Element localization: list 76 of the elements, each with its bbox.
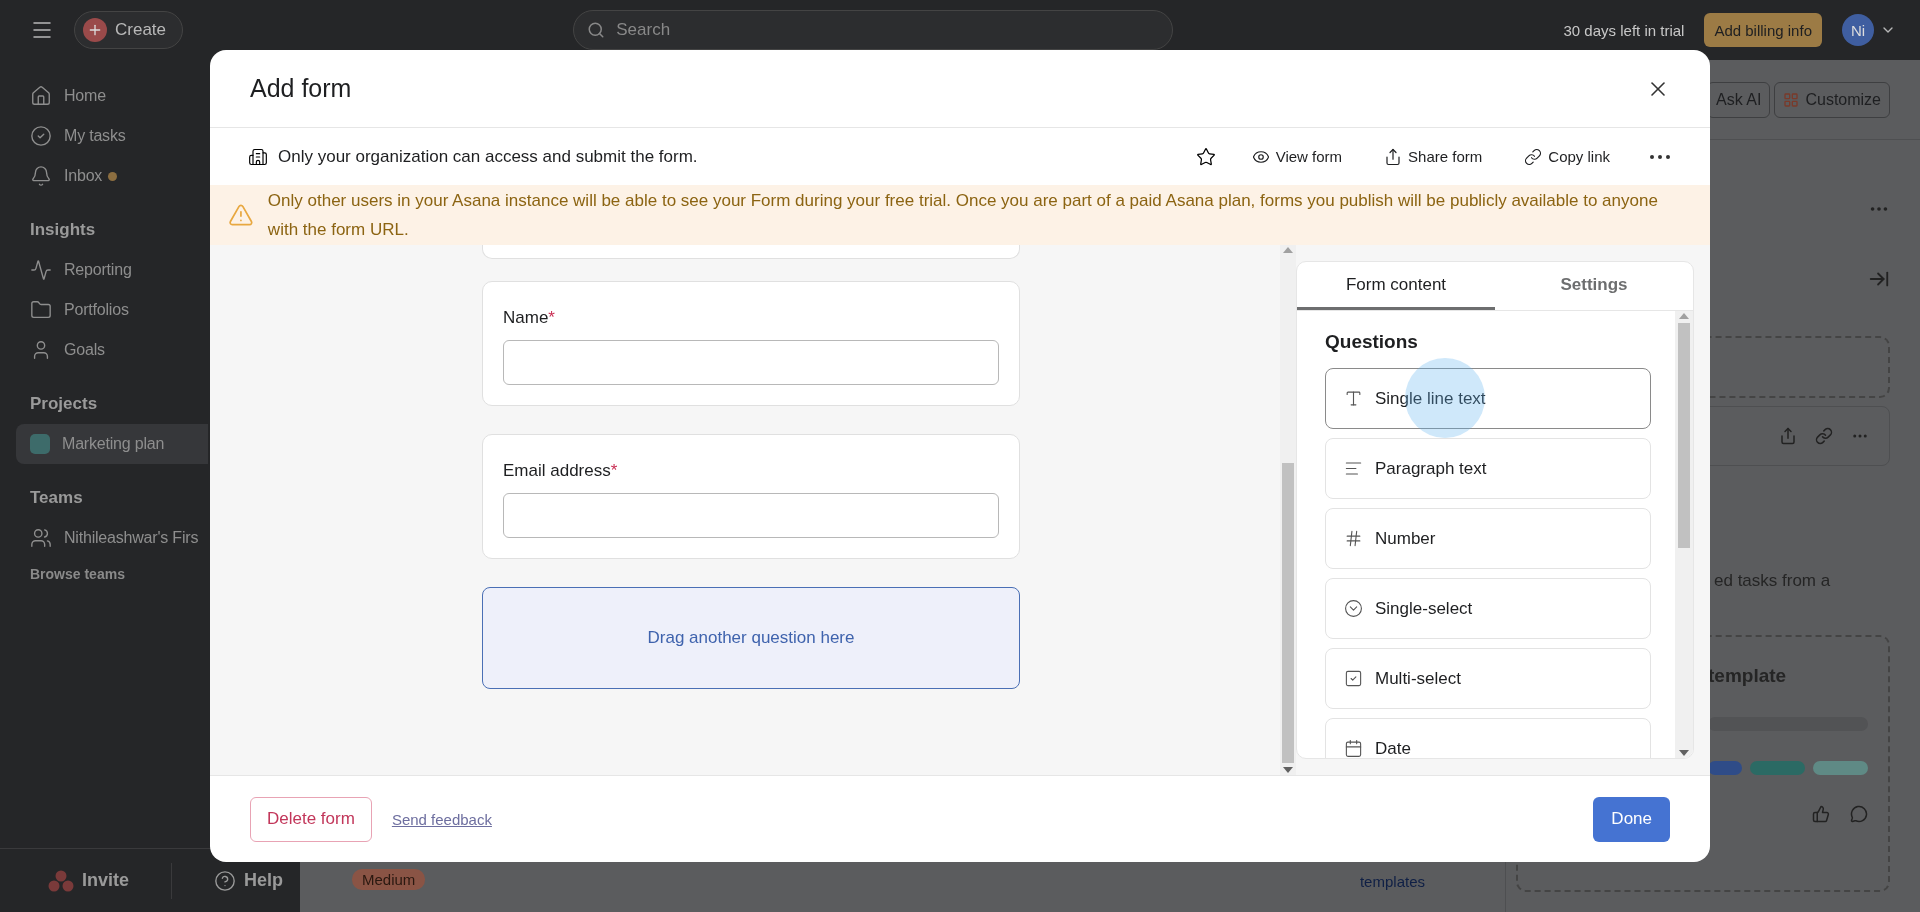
trial-notice: 30 days left in trial (1563, 21, 1685, 39)
calendar-icon (1344, 739, 1363, 758)
circle-chevron-icon (1344, 599, 1363, 618)
placeholder-bar (1750, 761, 1806, 775)
sidebar-item[interactable]: Home (16, 76, 208, 116)
sidebar-item[interactable]: Inbox (16, 156, 208, 196)
panel-tab[interactable]: Form content (1297, 262, 1495, 310)
question-type-button[interactable]: Single line text (1325, 368, 1651, 429)
template-heading: template (1708, 665, 1788, 687)
placeholder-bar (1813, 761, 1868, 775)
answer-field[interactable] (503, 493, 999, 538)
letter-icon (1344, 389, 1363, 408)
question-type-button[interactable]: Single-select (1325, 578, 1651, 639)
sidebar-item[interactable]: Portfolios (16, 290, 208, 330)
billing-button[interactable]: Add billing info (1704, 13, 1822, 47)
delete-form-button[interactable]: Delete form (250, 796, 372, 842)
section-title: Insights (30, 220, 96, 240)
question-label: Email address* (503, 461, 619, 481)
dialog-title: Add form (250, 74, 352, 103)
priority-tag: Medium (352, 869, 426, 890)
description-text: ed tasks from a (1714, 571, 1832, 591)
people-icon (30, 527, 52, 549)
section-title: Projects (30, 394, 98, 414)
building-icon (248, 146, 268, 167)
sidebar-item[interactable]: My tasks (16, 116, 208, 156)
access-notice: Only your organization can access and submit the form. (278, 146, 699, 167)
sidebar-item[interactable]: Reporting (16, 250, 208, 290)
sidebar-item[interactable]: Marketing plan (16, 424, 208, 464)
line-chart-icon (30, 259, 52, 281)
form-action-button[interactable]: Share form (1378, 146, 1489, 167)
star-icon[interactable] (1195, 146, 1216, 167)
comment-icon[interactable] (1850, 805, 1868, 823)
section-title: Teams (30, 488, 83, 508)
browse-teams-link[interactable]: Browse teams (30, 566, 125, 582)
form-action-button[interactable]: Copy link (1518, 146, 1616, 167)
more-button[interactable] (1650, 154, 1670, 159)
question-type-button[interactable]: Multi-select (1325, 648, 1651, 709)
done-button[interactable]: Done (1593, 796, 1670, 842)
grid-icon (1783, 91, 1800, 108)
share-icon[interactable] (1779, 427, 1797, 445)
panel-heading: Questions (1325, 331, 1418, 353)
plus-icon (83, 18, 107, 42)
dots-logo-icon (48, 869, 74, 892)
search-icon (587, 21, 606, 39)
help-button[interactable]: Help (208, 868, 290, 893)
share-icon (1384, 147, 1403, 166)
scrollbar[interactable] (1675, 311, 1693, 758)
sidebar-item[interactable]: Goals (16, 330, 208, 370)
help-icon (214, 869, 236, 892)
send-feedback-link[interactable]: Send feedback (391, 810, 492, 828)
placeholder-bar (1708, 761, 1743, 775)
checkbox-icon (1344, 669, 1363, 688)
question-label: Name* (503, 308, 556, 328)
link-icon (1524, 147, 1543, 166)
paragraph-icon (1344, 459, 1363, 478)
folder-icon (30, 299, 52, 321)
question-type-button[interactable]: Number (1325, 508, 1651, 569)
question-type-button[interactable]: Paragraph text (1325, 438, 1651, 499)
check-circle-icon (30, 125, 52, 147)
bell-icon (30, 165, 52, 187)
home-icon (30, 85, 52, 107)
scrollbar[interactable] (1280, 245, 1296, 775)
question-type-button[interactable]: Date (1325, 718, 1651, 758)
thumbs-up-icon[interactable] (1812, 805, 1830, 823)
user-avatar[interactable]: Ni (1842, 14, 1874, 46)
panel-tab[interactable]: Settings (1495, 262, 1693, 310)
search-field[interactable]: Search (573, 10, 1174, 50)
hash-icon (1344, 529, 1363, 548)
link-icon[interactable] (1815, 427, 1833, 445)
create-button[interactable]: Create (74, 11, 184, 49)
form-action-button[interactable]: View form (1245, 146, 1349, 167)
invite-button[interactable]: Invite (42, 868, 135, 893)
trial-warning: Only other users in your Asana instance will be able to see your Form during your free trial. Once you are part of a paid Asana plan, forms you publish will be publicly available to anyone with the form URL. (267, 190, 1659, 241)
sidebar-item[interactable]: Nithileashwar's Firs (16, 518, 208, 558)
drop-zone: Drag another question here (482, 587, 1020, 689)
answer-field[interactable] (503, 340, 999, 385)
